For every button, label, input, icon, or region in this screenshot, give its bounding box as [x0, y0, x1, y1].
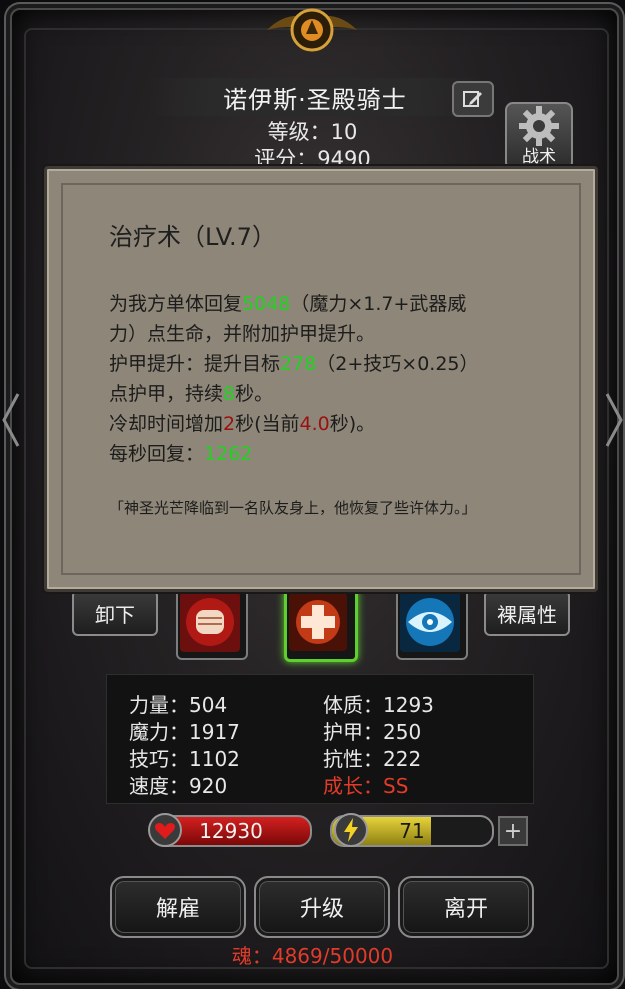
skill-slot-fist[interactable] — [176, 588, 248, 660]
bare-stats-button[interactable]: 裸属性 — [484, 590, 570, 636]
current-cooldown: 4.0 — [299, 413, 330, 435]
skill-slot-eye[interactable] — [396, 588, 468, 660]
desc-line-2: 力）点生命，并附加护甲提升。 — [109, 323, 376, 345]
left-arrow-icon[interactable] — [0, 390, 20, 450]
rename-button[interactable] — [452, 81, 494, 117]
hp-bar: 12930 — [148, 813, 312, 847]
desc-line-4: 点护甲，持续8秒。 — [109, 383, 274, 405]
skill-description: 为我方单体回复5048（魔力×1.7+武器威 力）点生命，并附加护甲提升。 护甲… — [109, 289, 559, 469]
armor-amount: 278 — [280, 353, 317, 375]
stat-resistance: 抗性：222 — [323, 747, 422, 771]
desc-line-1: 为我方单体回复5048（魔力×1.7+武器威 — [109, 293, 467, 315]
leave-button[interactable]: 离开 — [398, 876, 534, 938]
desc-line-6: 每秒回复：1262 — [109, 443, 253, 465]
regen-amount: 1262 — [204, 443, 253, 465]
stat-magic: 魔力：1917 — [129, 720, 240, 744]
stat-growth: 成长：SS — [323, 774, 409, 798]
crest-emblem-icon — [267, 8, 357, 52]
heal-cross-icon — [289, 593, 347, 651]
skill-slot-heal[interactable] — [284, 588, 358, 662]
stat-skill: 技巧：1102 — [129, 747, 240, 771]
upgrade-button[interactable]: 升级 — [254, 876, 390, 938]
soul-counter: 魂：4869/50000 — [231, 944, 394, 968]
energy-value: 71 — [399, 819, 425, 843]
unequip-button[interactable]: 卸下 — [72, 590, 158, 636]
tactics-button[interactable]: 战术 — [505, 102, 573, 170]
add-energy-button[interactable]: + — [498, 816, 528, 846]
skill-title: 治疗术（LV.7） — [109, 223, 276, 251]
fist-icon — [180, 592, 240, 652]
stat-constitution: 体质：1293 — [323, 693, 434, 717]
cooldown-increase: 2 — [223, 413, 236, 435]
desc-line-5: 冷却时间增加2秒(当前4.0秒)。 — [109, 413, 376, 435]
hero-name-bar: 诺伊斯·圣殿骑士 — [150, 78, 480, 116]
heal-amount: 5048 — [242, 293, 291, 315]
stat-strength: 力量：504 — [129, 693, 228, 717]
skill-flavor-text: 「神圣光芒降临到一名队友身上，他恢复了些许体力。」 — [109, 499, 477, 517]
tactics-label: 战术 — [522, 147, 556, 167]
stat-armor: 护甲：250 — [323, 720, 422, 744]
eye-icon — [400, 592, 460, 652]
desc-line-3: 护甲提升：提升目标278（2+技巧×0.25） — [109, 353, 479, 375]
duration-amount: 8 — [223, 383, 236, 405]
edit-pencil-icon — [463, 91, 482, 107]
stats-panel: 力量：504 体质：1293 魔力：1917 护甲：250 技巧：1102 抗性… — [106, 674, 534, 804]
dismiss-button[interactable]: 解雇 — [110, 876, 246, 938]
skill-tooltip: 治疗术（LV.7） 为我方单体回复5048（魔力×1.7+武器威 力）点生命，并… — [44, 166, 598, 592]
right-arrow-icon[interactable] — [605, 390, 625, 450]
stat-speed: 速度：920 — [129, 774, 228, 798]
hp-value: 12930 — [199, 819, 263, 843]
hero-name: 诺伊斯·圣殿骑士 — [223, 85, 407, 114]
